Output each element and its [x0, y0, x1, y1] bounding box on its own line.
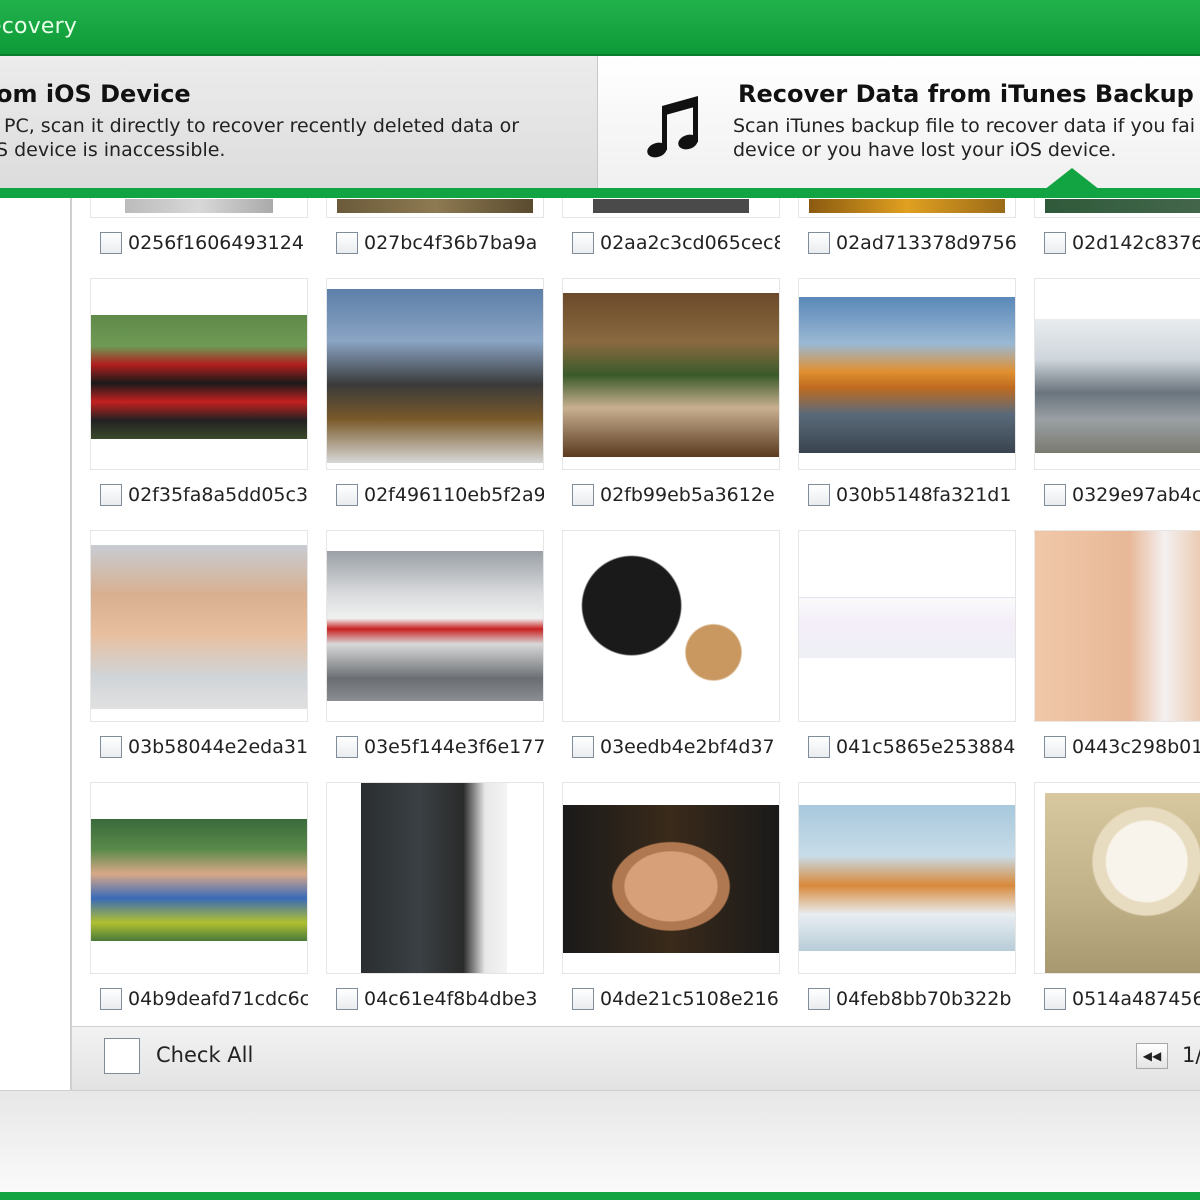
ios-device-title: om iOS Device: [0, 80, 191, 108]
tab-underline: [0, 188, 1200, 198]
photo-checkbox[interactable]: [1044, 988, 1066, 1010]
selection-toolbar: Check All ◀◀ 1/: [72, 1026, 1200, 1091]
photo-filename: 04b9deafd71cdc6c: [128, 988, 308, 1010]
photo-filename: 027bc4f36b7ba9a: [364, 232, 538, 254]
photo-thumbnail[interactable]: [798, 530, 1016, 722]
photo-thumbnail[interactable]: [326, 278, 544, 470]
photo-filename: 04de21c5108e216: [600, 988, 779, 1010]
photo-checkbox[interactable]: [100, 988, 122, 1010]
photo-thumbnail[interactable]: [90, 278, 308, 470]
photo-thumbnail[interactable]: [1034, 530, 1200, 722]
photo-checkbox[interactable]: [572, 736, 594, 758]
photo-thumbnail[interactable]: [562, 782, 780, 974]
active-tab-pointer: [1044, 168, 1100, 190]
photo-checkbox[interactable]: [808, 736, 830, 758]
photo-thumbnail[interactable]: [798, 278, 1016, 470]
photo-checkbox[interactable]: [1044, 736, 1066, 758]
photo-checkbox[interactable]: [336, 232, 358, 254]
category-sidebar: [0, 198, 72, 1090]
photo-checkbox[interactable]: [808, 988, 830, 1010]
photo-checkbox[interactable]: [100, 484, 122, 506]
footer-panel: [0, 1090, 1200, 1193]
window-title: ecovery: [0, 14, 78, 39]
tab-recover-from-itunes-backup[interactable]: Recover Data from iTunes Backup Fi Scan …: [598, 56, 1200, 188]
footer-green-line: [0, 1192, 1200, 1200]
photo-thumbnail[interactable]: [326, 782, 544, 974]
photo-filename: 03b58044e2eda31: [128, 736, 308, 758]
photo-checkbox[interactable]: [572, 484, 594, 506]
photo-thumbnail[interactable]: [326, 530, 544, 722]
photo-filename: 02d142c8376: [1072, 232, 1200, 254]
check-all-label[interactable]: Check All: [156, 1043, 253, 1067]
photo-checkbox[interactable]: [808, 232, 830, 254]
photo-checkbox[interactable]: [100, 232, 122, 254]
photo-thumbnail[interactable]: [798, 782, 1016, 974]
photo-filename: 0514a487456: [1072, 988, 1200, 1010]
check-all-checkbox[interactable]: [104, 1038, 140, 1074]
photo-thumbnail[interactable]: [90, 530, 308, 722]
photo-checkbox[interactable]: [336, 988, 358, 1010]
ios-device-desc-1: PC, scan it directly to recover recently…: [4, 115, 520, 137]
title-bar: ecovery: [0, 0, 1200, 56]
photo-checkbox[interactable]: [572, 988, 594, 1010]
photo-thumbnail[interactable]: [1034, 198, 1200, 218]
music-note-icon: [647, 96, 698, 158]
photo-filename: 0329e97ab4c: [1072, 484, 1200, 506]
photo-thumbnail[interactable]: [326, 198, 544, 218]
photo-checkbox[interactable]: [572, 232, 594, 254]
photo-filename: 02f496110eb5f2a9: [364, 484, 544, 506]
photo-grid: 0256f1606493124 027bc4f36b7ba9a 02aa2c3c…: [72, 198, 1200, 1026]
photo-checkbox[interactable]: [100, 736, 122, 758]
ios-device-desc-2: S device is inaccessible.: [0, 139, 226, 161]
recovery-mode-tabs: om iOS Device PC, scan it directly to re…: [0, 56, 1200, 188]
photo-thumbnail[interactable]: [90, 198, 308, 218]
photo-thumbnail[interactable]: [562, 198, 780, 218]
photo-filename: 030b5148fa321d1: [836, 484, 1012, 506]
itunes-backup-title: Recover Data from iTunes Backup Fi: [738, 80, 1200, 108]
itunes-backup-desc-2: device or you have lost your iOS device.: [733, 139, 1117, 161]
photo-thumbnail[interactable]: [562, 278, 780, 470]
photo-thumbnail[interactable]: [798, 198, 1016, 218]
photo-filename: 04c61e4f8b4dbe3: [364, 988, 538, 1010]
photo-checkbox[interactable]: [336, 736, 358, 758]
photo-filename: 0256f1606493124: [128, 232, 304, 254]
tab-recover-from-ios-device[interactable]: om iOS Device PC, scan it directly to re…: [0, 56, 598, 188]
photo-thumbnail[interactable]: [1034, 278, 1200, 470]
photo-filename: 04feb8bb70b322b: [836, 988, 1012, 1010]
photo-filename: 041c5865e253884: [836, 736, 1016, 758]
first-page-button[interactable]: ◀◀: [1136, 1043, 1168, 1069]
photo-filename: 02fb99eb5a3612e: [600, 484, 775, 506]
photo-filename: 02f35fa8a5dd05c3: [128, 484, 308, 506]
photo-thumbnail[interactable]: [562, 530, 780, 722]
photo-checkbox[interactable]: [336, 484, 358, 506]
page-indicator: 1/: [1182, 1043, 1200, 1067]
photo-filename: 02ad713378d9756: [836, 232, 1016, 254]
photo-filename: 03e5f144e3f6e177: [364, 736, 544, 758]
photo-checkbox[interactable]: [1044, 484, 1066, 506]
photo-filename: 0443c298b01: [1072, 736, 1200, 758]
photo-thumbnail[interactable]: [90, 782, 308, 974]
photo-checkbox[interactable]: [808, 484, 830, 506]
photo-filename: 03eedb4e2bf4d37: [600, 736, 775, 758]
photo-thumbnail[interactable]: [1034, 782, 1200, 974]
photo-filename: 02aa2c3cd065cec8: [600, 232, 780, 254]
photo-checkbox[interactable]: [1044, 232, 1066, 254]
itunes-backup-desc-1: Scan iTunes backup file to recover data …: [733, 115, 1196, 137]
